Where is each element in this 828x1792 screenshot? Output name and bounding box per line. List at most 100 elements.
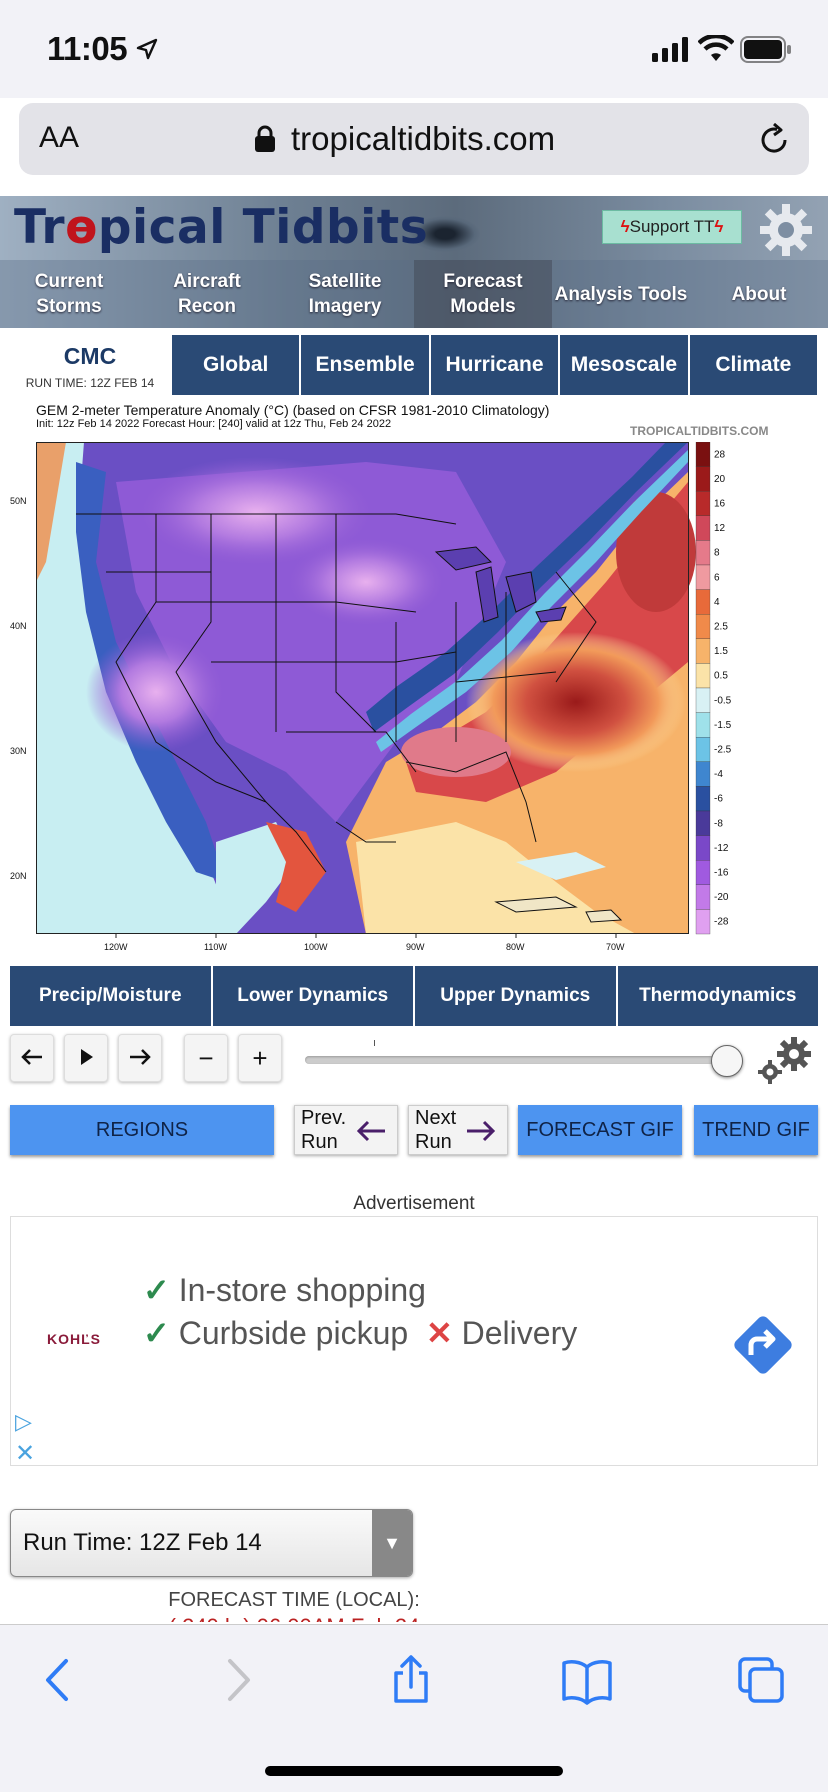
scale-label: -1.5: [714, 720, 732, 731]
scale-swatch: [695, 589, 711, 615]
location-icon: [136, 38, 158, 60]
nav-forecast-models[interactable]: Forecast Models: [414, 260, 552, 328]
scale-label: 8: [714, 548, 720, 559]
ad-line-2-text: Curbside pickup: [178, 1315, 409, 1351]
bookmarks-icon[interactable]: [562, 1655, 612, 1705]
advertisement[interactable]: KOHĽS ✓ In-store shopping ✓ Curbside pic…: [10, 1216, 818, 1468]
scale-label: -2.5: [714, 745, 732, 756]
site-nav: Current Storms Aircraft Recon Satellite …: [0, 260, 828, 328]
arrow-left-icon: [21, 1049, 42, 1065]
slider-handle[interactable]: [711, 1045, 743, 1077]
trend-gif-button[interactable]: TREND GIF: [694, 1105, 818, 1155]
support-button[interactable]: ϟSupport TTϟ: [602, 210, 742, 244]
model-bar: CMC RUN TIME: 12Z FEB 14 Global Ensemble…: [0, 335, 828, 397]
scale-swatch: [695, 884, 711, 910]
scale-swatch: [695, 564, 711, 590]
run-time-label: RUN TIME: 12Z FEB 14: [25, 376, 155, 390]
ad-brand-logo: KOHĽS: [47, 1331, 101, 1347]
zoom-in-button[interactable]: +: [238, 1034, 282, 1082]
map-subtitle: Init: 12z Feb 14 2022 Forecast Hour: [24…: [36, 418, 392, 430]
tab-mesoscale[interactable]: Mesoscale: [560, 335, 690, 395]
nav-aircraft-recon[interactable]: Aircraft Recon: [138, 260, 276, 328]
lon-label-110w: 110W: [204, 942, 227, 952]
lock-icon: [255, 125, 275, 152]
site-logo[interactable]: Trɵpical Tidbits: [14, 200, 428, 255]
regions-button[interactable]: REGIONS: [10, 1105, 274, 1155]
storm-icon: ϟ: [714, 217, 724, 236]
lat-label-20n: 20N: [10, 871, 27, 881]
ad-line-2: ✓ Curbside pickup ✕ Delivery: [143, 1314, 577, 1352]
logo-hurricane-o: ɵ: [65, 200, 98, 255]
adchoices-icon[interactable]: ▷: [15, 1409, 32, 1435]
tab-climate[interactable]: Climate: [689, 335, 818, 395]
play-icon: [81, 1049, 93, 1065]
nav-satellite-imagery[interactable]: Satellite Imagery: [276, 260, 414, 328]
tab-precip-moisture[interactable]: Precip/Moisture: [10, 966, 213, 1026]
cellular-signal-icon: [652, 37, 688, 62]
run-time-select[interactable]: Run Time: 12Z Feb 14 ▼: [10, 1509, 413, 1577]
nav-about[interactable]: About: [690, 260, 828, 328]
animation-settings-gears-icon[interactable]: [756, 1034, 814, 1086]
lat-label-50n: 50N: [10, 496, 27, 506]
next-run-button[interactable]: Next Run: [408, 1105, 508, 1155]
nav-label: About: [731, 283, 787, 305]
zoom-out-button[interactable]: −: [184, 1034, 228, 1082]
back-icon[interactable]: [34, 1655, 84, 1705]
step-back-button[interactable]: [10, 1034, 54, 1082]
tab-thermodynamics[interactable]: Thermodynamics: [617, 966, 818, 1026]
dropdown-caret-icon[interactable]: ▼: [372, 1510, 412, 1576]
tab-hurricane[interactable]: Hurricane: [430, 335, 561, 395]
arrow-left-icon: [356, 1120, 385, 1142]
scale-swatch: [695, 737, 711, 762]
scale-swatch: [695, 687, 711, 713]
scale-label: -28: [714, 917, 729, 928]
step-forward-button[interactable]: [118, 1034, 162, 1082]
scale-label: 20: [714, 474, 726, 485]
ad-line-1: ✓ In-store shopping: [143, 1271, 426, 1309]
close-ad-icon[interactable]: ✕: [15, 1439, 35, 1468]
parameter-category-tabs: Precip/Moisture Lower Dynamics Upper Dyn…: [10, 966, 818, 1026]
site-header: Trɵpical Tidbits ϟSupport TTϟ Current St…: [0, 196, 828, 328]
scale-label: 2.5: [714, 622, 728, 633]
forecast-gif-button[interactable]: FORECAST GIF: [518, 1105, 682, 1155]
cross-icon: ✕: [425, 1315, 453, 1351]
lon-label-120w: 120W: [104, 942, 128, 952]
settings-gear-icon[interactable]: [758, 202, 814, 258]
address-bar[interactable]: AA tropicaltidbits.com: [19, 103, 809, 175]
logo-text-end: pical Tidbits: [97, 200, 429, 255]
scale-label: 28: [714, 449, 726, 460]
directions-arrow-icon[interactable]: [727, 1309, 799, 1381]
forecast-hour-slider[interactable]: [305, 1056, 743, 1064]
tab-ensemble[interactable]: Ensemble: [301, 335, 431, 395]
scale-swatch: [695, 491, 711, 516]
forward-icon[interactable]: [212, 1655, 262, 1705]
scale-label: 4: [714, 597, 720, 608]
nav-analysis-tools[interactable]: Analysis Tools: [552, 260, 690, 328]
tab-global[interactable]: Global: [172, 335, 302, 395]
tab-lower-dynamics[interactable]: Lower Dynamics: [212, 966, 415, 1026]
share-icon[interactable]: [386, 1655, 436, 1705]
scale-label: -12: [714, 843, 729, 854]
play-button[interactable]: [64, 1034, 108, 1082]
nav-current-storms[interactable]: Current Storms: [0, 260, 138, 328]
forecast-map[interactable]: GEM 2-meter Temperature Anomaly (°C) (ba…: [10, 402, 814, 952]
tab-upper-dynamics[interactable]: Upper Dynamics: [415, 966, 618, 1026]
previous-run-button[interactable]: Prev. Run: [294, 1105, 398, 1155]
scale-label: -16: [714, 868, 729, 879]
map-watermark: TROPICALTIDBITS.COM: [630, 424, 769, 438]
forecast-time-label: FORECAST TIME (LOCAL):: [168, 1589, 420, 1611]
lat-label-40n: 40N: [10, 621, 27, 631]
run-time-select-value: Run Time: 12Z Feb 14: [23, 1529, 262, 1556]
tabs-icon[interactable]: [736, 1655, 786, 1705]
reader-settings-button[interactable]: AA: [39, 121, 79, 155]
reload-icon[interactable]: [757, 123, 791, 157]
arrow-right-icon: [467, 1120, 496, 1142]
scale-swatch: [695, 860, 711, 885]
lon-label-100w: 100W: [304, 942, 328, 952]
scale-swatch: [695, 515, 711, 541]
scale-label: -8: [714, 818, 723, 829]
scale-swatch: [695, 638, 711, 664]
url-text[interactable]: tropicaltidbits.com: [291, 120, 555, 158]
scale-swatch: [695, 663, 711, 689]
model-category-tabs: Global Ensemble Hurricane Mesoscale Clim…: [172, 335, 818, 395]
